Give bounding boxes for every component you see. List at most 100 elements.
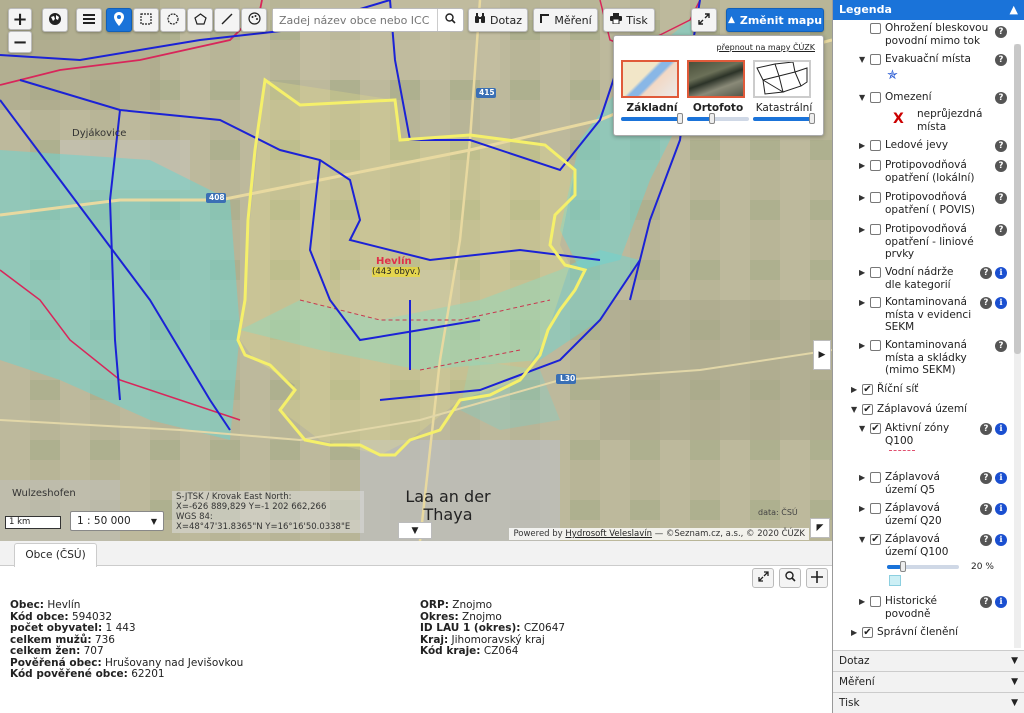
line-tool-button[interactable] xyxy=(214,8,240,32)
globe-button[interactable] xyxy=(42,8,68,32)
caret-right-icon[interactable]: ▶ xyxy=(851,385,857,394)
checkbox-vodni-nadrze[interactable] xyxy=(870,267,881,278)
checkbox-protip-povis[interactable] xyxy=(870,192,881,203)
checkbox-omezeni[interactable] xyxy=(870,92,881,103)
caret-right-icon[interactable]: ▶ xyxy=(859,141,865,150)
overview-map-button[interactable]: ◤ xyxy=(810,518,830,538)
checkbox-q5[interactable] xyxy=(870,472,881,483)
zoom-in-button[interactable]: + xyxy=(8,8,32,30)
info-icon[interactable]: i xyxy=(995,596,1007,608)
checkbox-ledove[interactable] xyxy=(870,140,881,151)
panel-move-button[interactable] xyxy=(806,568,828,588)
caret-right-icon[interactable]: ▶ xyxy=(859,161,865,170)
basemap-thumb-katastralni[interactable] xyxy=(753,60,811,98)
measure-button[interactable]: Měření xyxy=(533,8,598,32)
checkbox-protip-liniove[interactable] xyxy=(870,224,881,235)
change-map-button[interactable]: ▲ Změnit mapu xyxy=(726,8,824,32)
panel-zoom-to-button[interactable] xyxy=(779,568,801,588)
checkbox-spravni[interactable]: ✔ xyxy=(862,627,873,638)
caret-right-icon[interactable]: ▶ xyxy=(859,473,865,482)
scale-select[interactable]: 1 : 50 000 ▼ xyxy=(70,511,164,531)
fullscreen-button[interactable] xyxy=(691,8,717,32)
checkbox-protip-lokalni[interactable] xyxy=(870,160,881,171)
help-icon[interactable]: ? xyxy=(980,423,992,435)
info-icon[interactable]: i xyxy=(995,423,1007,435)
help-icon[interactable]: ? xyxy=(995,92,1007,104)
checkbox-kontam-sekm[interactable] xyxy=(870,297,881,308)
opacity-slider-zakladni[interactable] xyxy=(621,113,683,124)
caret-down-icon[interactable]: ▼ xyxy=(851,405,857,414)
checkbox-kontam-skladky[interactable] xyxy=(870,340,881,351)
basemap-option-zakladni[interactable]: Základní xyxy=(621,60,683,124)
caret-right-icon[interactable]: ▶ xyxy=(859,268,865,277)
panel-expand-button[interactable] xyxy=(752,568,774,588)
caret-right-icon[interactable]: ▶ xyxy=(859,504,865,513)
help-icon[interactable]: ? xyxy=(995,160,1007,172)
help-icon[interactable]: ? xyxy=(980,267,992,279)
help-icon[interactable]: ? xyxy=(995,54,1007,66)
search-button[interactable] xyxy=(437,9,463,31)
checkbox-historicke[interactable] xyxy=(870,596,881,607)
map-canvas[interactable]: 408 415 L30 Dyjákovice Hevlín (443 obyv.… xyxy=(0,0,832,541)
checkbox-aktivni-zony[interactable]: ✔ xyxy=(870,423,881,434)
switch-to-cuzk-link[interactable]: přepnout na mapy ČÚZK xyxy=(717,43,816,52)
tab-obce[interactable]: Obce (ČSÚ) xyxy=(14,543,97,567)
caret-right-icon[interactable]: ▶ xyxy=(859,597,865,606)
accordion-tisk[interactable]: Tisk ▼ xyxy=(833,692,1024,713)
query-button[interactable]: Dotaz xyxy=(468,8,528,32)
style-tool-button[interactable] xyxy=(241,8,267,32)
collapse-legend-button[interactable]: ▶ xyxy=(813,340,831,370)
print-button[interactable]: Tisk xyxy=(603,8,655,32)
accordion-mereni[interactable]: Měření ▼ xyxy=(833,671,1024,692)
help-icon[interactable]: ? xyxy=(980,596,992,608)
help-icon[interactable]: ? xyxy=(980,472,992,484)
caret-right-icon[interactable]: ▶ xyxy=(859,341,865,350)
basemap-option-katastralni[interactable]: Katastrální xyxy=(753,60,815,124)
help-icon[interactable]: ? xyxy=(995,224,1007,236)
caret-down-icon[interactable]: ▼ xyxy=(859,93,865,102)
opacity-slider-katastralni[interactable] xyxy=(753,113,815,124)
info-icon[interactable]: i xyxy=(995,503,1007,515)
help-icon[interactable]: ? xyxy=(980,297,992,309)
legend-header[interactable]: Legenda ▲ xyxy=(833,0,1024,20)
circle-tool-button[interactable] xyxy=(160,8,186,32)
checkbox-ricni-sit[interactable]: ✔ xyxy=(862,384,873,395)
help-icon[interactable]: ? xyxy=(995,192,1007,204)
caret-down-icon[interactable]: ▼ xyxy=(859,424,865,433)
polygon-tool-button[interactable] xyxy=(187,8,213,32)
layers-menu-button[interactable] xyxy=(76,8,102,32)
checkbox-q100[interactable]: ✔ xyxy=(870,534,881,545)
checkbox-q20[interactable] xyxy=(870,503,881,514)
caret-right-icon[interactable]: ▶ xyxy=(859,225,865,234)
info-icon[interactable]: i xyxy=(995,534,1007,546)
municipality-search[interactable] xyxy=(272,8,464,32)
basemap-thumb-zakladni[interactable] xyxy=(621,60,679,98)
help-icon[interactable]: ? xyxy=(995,26,1007,38)
expand-bottom-panel-button[interactable]: ▼ xyxy=(398,522,432,539)
caret-down-icon[interactable]: ▼ xyxy=(859,55,865,64)
caret-down-icon[interactable]: ▼ xyxy=(859,535,865,544)
help-icon[interactable]: ? xyxy=(980,503,992,515)
hydrosoft-link[interactable]: Hydrosoft Veleslavín xyxy=(565,529,652,539)
basemap-thumb-ortofoto[interactable] xyxy=(687,60,745,98)
caret-right-icon[interactable]: ▶ xyxy=(859,193,865,202)
opacity-slider-ortofoto[interactable] xyxy=(687,113,749,124)
checkbox-ohrozeni[interactable] xyxy=(870,23,881,34)
info-icon[interactable]: i xyxy=(995,267,1007,279)
caret-right-icon[interactable]: ▶ xyxy=(859,298,865,307)
caret-right-icon[interactable]: ▶ xyxy=(851,628,857,637)
basemap-option-ortofoto[interactable]: Ortofoto xyxy=(687,60,749,124)
info-icon[interactable]: i xyxy=(995,472,1007,484)
legend-scrollbar[interactable] xyxy=(1014,44,1021,648)
q100-opacity-slider[interactable] xyxy=(887,561,959,572)
rectangle-tool-button[interactable] xyxy=(133,8,159,32)
accordion-dotaz[interactable]: Dotaz ▼ xyxy=(833,650,1024,671)
help-icon[interactable]: ? xyxy=(980,534,992,546)
help-icon[interactable]: ? xyxy=(995,140,1007,152)
checkbox-zaplavova[interactable]: ✔ xyxy=(862,404,873,415)
info-icon[interactable]: i xyxy=(995,297,1007,309)
point-tool-button[interactable] xyxy=(106,8,132,32)
checkbox-evakuacni[interactable] xyxy=(870,54,881,65)
zoom-out-button[interactable]: − xyxy=(8,31,32,53)
search-input[interactable] xyxy=(273,9,437,31)
